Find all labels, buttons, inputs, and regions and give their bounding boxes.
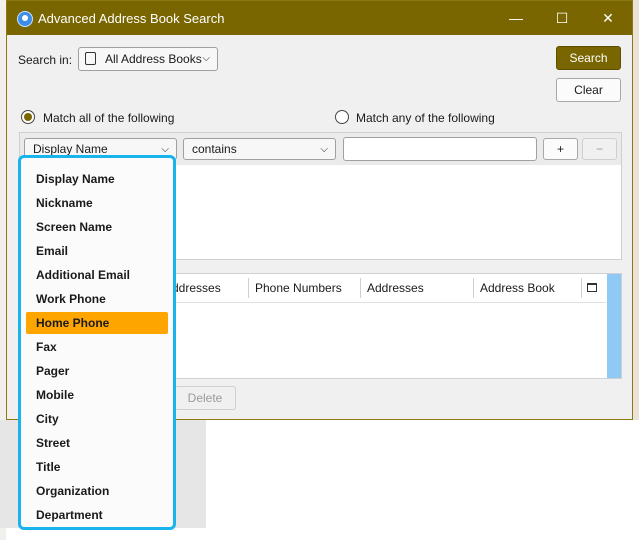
match-any-label[interactable]: Match any of the following bbox=[356, 111, 495, 125]
plus-icon: + bbox=[556, 142, 564, 156]
menu-item-city[interactable]: City bbox=[26, 408, 168, 430]
match-all-label[interactable]: Match all of the following bbox=[43, 111, 174, 125]
search-button-label: Search bbox=[569, 51, 608, 65]
column-header-email-addresses[interactable]: ddresses bbox=[172, 278, 242, 298]
minus-icon: − bbox=[595, 142, 603, 156]
column-header-addresses[interactable]: Addresses bbox=[360, 278, 467, 298]
clear-button[interactable]: Clear bbox=[556, 78, 621, 102]
menu-item-display-name[interactable]: Display Name bbox=[26, 168, 168, 190]
menu-item-mobile[interactable]: Mobile bbox=[26, 384, 168, 406]
criteria-operator-select[interactable]: contains ⌵ bbox=[183, 138, 336, 160]
menu-item-screen-name[interactable]: Screen Name bbox=[26, 216, 168, 238]
criteria-value-input[interactable] bbox=[343, 137, 537, 161]
match-any-radio[interactable] bbox=[335, 110, 349, 124]
chevron-down-icon: ⌵ bbox=[320, 144, 328, 155]
column-header-phone-numbers[interactable]: Phone Numbers bbox=[248, 278, 355, 298]
menu-item-department[interactable]: Department bbox=[26, 504, 168, 526]
menu-item-additional-email[interactable]: Additional Email bbox=[26, 264, 168, 286]
clear-button-label: Clear bbox=[574, 83, 603, 97]
menu-item-street[interactable]: Street bbox=[26, 432, 168, 454]
menu-item-pager[interactable]: Pager bbox=[26, 360, 168, 382]
chevron-down-icon: ⌵ bbox=[202, 53, 210, 64]
address-book-app-icon bbox=[17, 11, 33, 27]
column-picker-icon[interactable] bbox=[581, 278, 602, 298]
menu-item-email[interactable]: Email bbox=[26, 240, 168, 262]
remove-term-button[interactable]: − bbox=[582, 138, 617, 160]
match-all-radio[interactable] bbox=[21, 110, 35, 124]
title-bar: Advanced Address Book Search — ☐ ✕ bbox=[7, 1, 632, 35]
address-book-select[interactable]: All Address Books ⌵ bbox=[78, 47, 218, 71]
menu-item-title[interactable]: Title bbox=[26, 456, 168, 478]
menu-item-nickname[interactable]: Nickname bbox=[26, 192, 168, 214]
criteria-field-value: Display Name bbox=[33, 142, 108, 156]
search-button[interactable]: Search bbox=[556, 46, 621, 70]
delete-button[interactable]: Delete bbox=[174, 386, 236, 410]
search-in-label: Search in: bbox=[18, 53, 73, 67]
column-header-address-book[interactable]: Address Book bbox=[473, 278, 580, 298]
menu-item-fax[interactable]: Fax bbox=[26, 336, 168, 358]
menu-item-home-phone[interactable]: Home Phone bbox=[26, 312, 168, 334]
background-app-right bbox=[633, 0, 639, 420]
close-icon[interactable]: ✕ bbox=[597, 7, 619, 29]
address-book-value: All Address Books bbox=[105, 52, 202, 66]
maximize-icon[interactable]: ☐ bbox=[551, 7, 573, 29]
menu-item-work-phone[interactable]: Work Phone bbox=[26, 288, 168, 310]
add-term-button[interactable]: + bbox=[543, 138, 578, 160]
menu-item-organization[interactable]: Organization bbox=[26, 480, 168, 502]
criteria-operator-value: contains bbox=[192, 142, 237, 156]
delete-button-label: Delete bbox=[187, 391, 223, 405]
results-scrollbar[interactable] bbox=[607, 274, 621, 378]
address-book-icon bbox=[85, 52, 96, 65]
criteria-field-dropdown: Display Name Nickname Screen Name Email … bbox=[18, 155, 176, 530]
minimize-icon[interactable]: — bbox=[505, 7, 527, 29]
window-title: Advanced Address Book Search bbox=[38, 11, 225, 26]
